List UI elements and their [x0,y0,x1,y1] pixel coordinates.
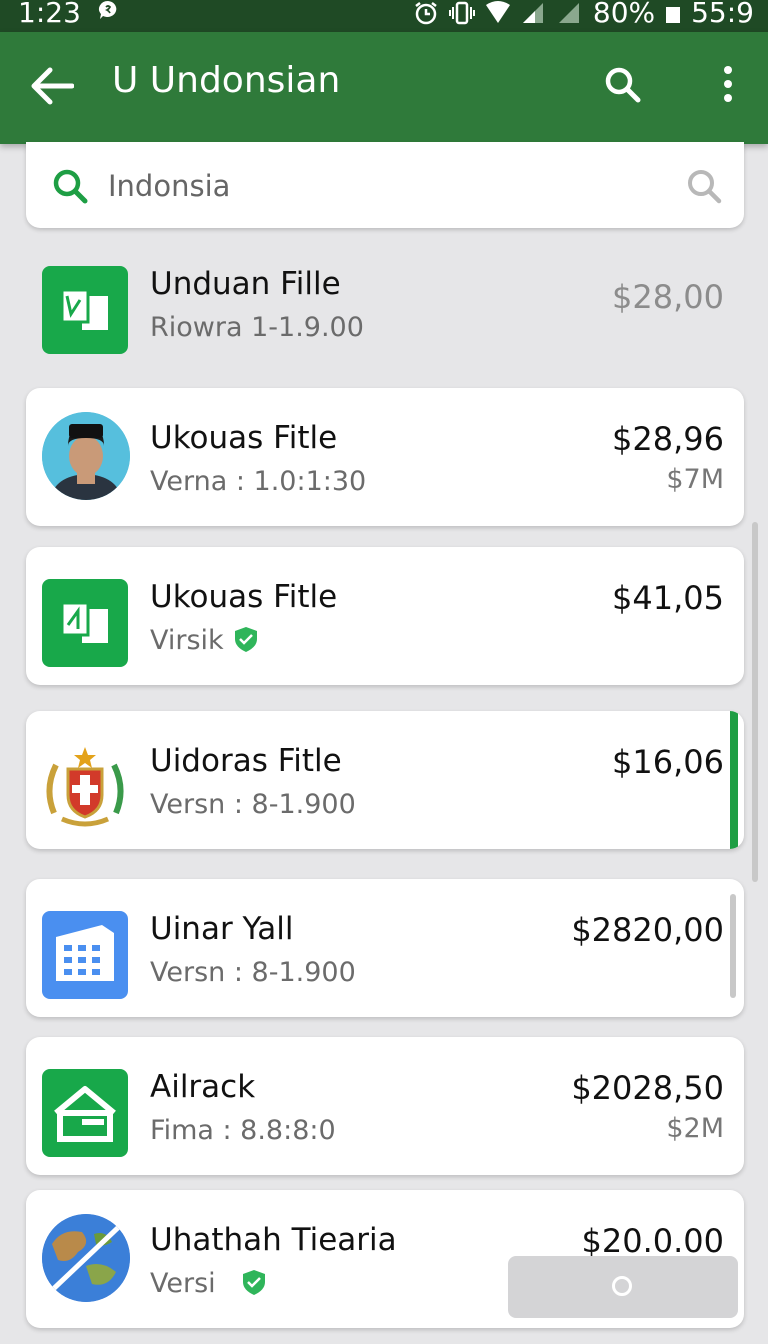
item-price: $41,05 [612,579,724,617]
circle-icon [612,1276,632,1296]
wifi-icon [485,0,510,23]
document-icon [42,266,128,354]
item-version: Riowra 1-1.9.00 [150,312,364,343]
status-bar: 1:23 80% 55:9 [0,0,768,32]
vibrate-icon [448,1,475,24]
message-notification-icon [99,1,117,19]
search-submit-icon[interactable] [684,166,724,206]
item-name: Unduan Fille [150,266,341,302]
search-field[interactable] [26,142,744,228]
item-name: Ukouas Fitle [150,420,338,456]
alarm-icon [415,1,437,24]
selected-indicator [730,711,738,849]
verified-badge-icon [234,627,257,652]
scrollbar-thumb[interactable] [752,522,758,882]
item-version: Versn : 8-1.900 [150,957,356,988]
item-price: $20.0.00 [581,1222,725,1260]
item-price: $28,00 [612,278,724,316]
item-version: Fima : 8.8:8:0 [150,1115,336,1146]
item-name: Ailrack [150,1069,256,1105]
item-name: Ukouas Fitle [150,579,338,615]
item-version: Virsik [150,625,260,656]
item-price-secondary: $7M [666,464,724,495]
floating-action-pill[interactable] [508,1256,738,1318]
status-clock: 55:9 [691,0,754,29]
search-input[interactable] [106,164,670,208]
avatar [42,412,130,500]
item-price: $2028,50 [571,1069,724,1107]
list-item[interactable]: Uinar Yall Versn : 8-1.900 $2820,00 [26,879,744,1017]
search-icon[interactable] [602,64,642,104]
verified-badge-icon [242,1270,265,1295]
item-name: Uidoras Fitle [150,743,342,779]
item-version-text: Virsik [150,625,224,656]
page-title: U Undonsian [112,60,341,101]
item-name: Uinar Yall [150,911,294,947]
signal-icon [522,2,543,23]
battery-percent: 80% [592,0,656,29]
list-item[interactable]: Ukouas Fitle Verna : 1.0:1:30 $28,96 $7M [26,388,744,526]
item-price: $28,96 [612,420,724,458]
item-price: $2820,00 [571,911,724,949]
item-version: Versn : 8-1.900 [150,789,356,820]
inner-scrollbar-thumb[interactable] [730,894,736,998]
battery-icon [666,6,681,23]
item-version-text: Versi [150,1268,216,1299]
signal-secondary-icon [558,2,579,23]
item-version: Verna : 1.0:1:30 [150,466,367,497]
app-bar: U Undonsian [0,32,768,144]
item-name: Uhathah Tiearia [150,1222,397,1258]
item-price-secondary: $2M [666,1113,724,1144]
status-time: 1:23 [18,0,81,29]
back-arrow-icon[interactable] [28,66,74,106]
more-options-icon[interactable] [716,64,740,104]
list-item[interactable]: Ailrack Fima : 8.8:8:0 $2028,50 $2M [26,1037,744,1175]
list-item[interactable]: Uidoras Fitle Versn : 8-1.900 $16,06 [26,711,744,849]
home-icon [42,1069,128,1157]
item-price: $16,06 [612,743,724,781]
globe-icon [42,1214,130,1302]
emblem-icon [42,743,128,831]
document-icon [42,579,128,667]
list-item[interactable]: Ukouas Fitle Virsik $41,05 [26,547,744,685]
search-icon [53,169,88,204]
building-icon [42,911,128,999]
item-version: Versi [150,1268,268,1299]
list-item[interactable]: Unduan Fille Riowra 1-1.9.00 $28,00 [26,234,744,372]
status-icons: 80% 55:9 [413,0,754,29]
